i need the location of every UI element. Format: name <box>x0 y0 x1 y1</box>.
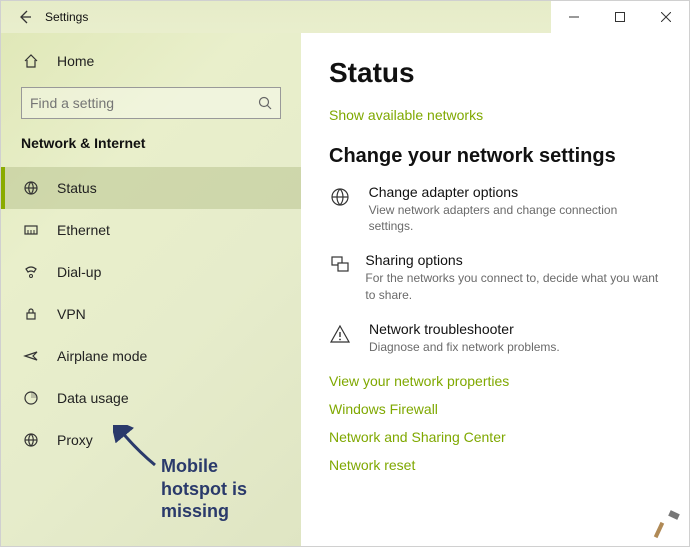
settings-window: Settings Home Network & Internet <box>0 0 690 547</box>
annotation-text: Mobile hotspot is missing <box>161 455 247 523</box>
sidebar-item-label: Status <box>57 180 97 196</box>
sidebar-item-label: Airplane mode <box>57 348 147 364</box>
option-title: Sharing options <box>365 252 661 268</box>
search-input[interactable] <box>30 95 258 111</box>
home-icon <box>21 53 41 69</box>
vpn-icon <box>21 306 41 322</box>
hammer-watermark-icon <box>651 508 685 542</box>
datausage-icon <box>21 390 41 406</box>
option-title: Change adapter options <box>369 184 661 200</box>
link-network-properties[interactable]: View your network properties <box>329 373 661 389</box>
minimize-button[interactable] <box>551 1 597 33</box>
sidebar-item-ethernet[interactable]: Ethernet <box>1 209 301 251</box>
airplane-icon <box>21 348 41 364</box>
option-adapter[interactable]: Change adapter options View network adap… <box>329 184 661 234</box>
option-troubleshooter[interactable]: Network troubleshooter Diagnose and fix … <box>329 321 661 355</box>
section-title: Change your network settings <box>329 145 661 168</box>
status-icon <box>21 180 41 196</box>
sidebar-item-airplane[interactable]: Airplane mode <box>1 335 301 377</box>
sidebar-item-label: Data usage <box>57 390 129 406</box>
page-title: Status <box>329 57 661 89</box>
ethernet-icon <box>21 222 41 238</box>
sidebar-home-label: Home <box>57 53 94 69</box>
sidebar-item-datausage[interactable]: Data usage <box>1 377 301 419</box>
sidebar-item-status[interactable]: Status <box>1 167 301 209</box>
troubleshoot-icon <box>329 321 355 355</box>
sidebar-item-label: Dial-up <box>57 264 101 280</box>
sidebar-item-label: Ethernet <box>57 222 110 238</box>
sidebar-item-label: Proxy <box>57 432 93 448</box>
search-icon <box>258 96 272 110</box>
option-desc: For the networks you connect to, decide … <box>365 270 661 302</box>
close-button[interactable] <box>643 1 689 33</box>
sidebar-item-dialup[interactable]: Dial-up <box>1 251 301 293</box>
option-desc: View network adapters and change connect… <box>369 202 661 234</box>
sidebar-category: Network & Internet <box>1 131 301 161</box>
annotation-arrow <box>113 425 161 469</box>
main-panel: Status Show available networks Change yo… <box>301 33 689 546</box>
option-desc: Diagnose and fix network problems. <box>369 339 560 355</box>
sidebar-home[interactable]: Home <box>1 41 301 81</box>
sidebar-item-label: VPN <box>57 306 86 322</box>
search-box[interactable] <box>21 87 281 119</box>
show-networks-link[interactable]: Show available networks <box>329 107 661 123</box>
adapter-icon <box>329 184 355 234</box>
sidebar-item-vpn[interactable]: VPN <box>1 293 301 335</box>
window-title: Settings <box>45 10 88 24</box>
sharing-icon <box>329 252 351 302</box>
back-button[interactable] <box>13 5 37 29</box>
link-network-reset[interactable]: Network reset <box>329 457 661 473</box>
dialup-icon <box>21 264 41 280</box>
link-windows-firewall[interactable]: Windows Firewall <box>329 401 661 417</box>
sidebar: Home Network & Internet Status Ethernet <box>1 33 301 546</box>
maximize-button[interactable] <box>597 1 643 33</box>
option-title: Network troubleshooter <box>369 321 560 337</box>
proxy-icon <box>21 432 41 448</box>
sidebar-nav: Status Ethernet Dial-up VPN Airplane mod… <box>1 167 301 461</box>
link-network-sharing-center[interactable]: Network and Sharing Center <box>329 429 661 445</box>
titlebar: Settings <box>1 1 689 33</box>
option-sharing[interactable]: Sharing options For the networks you con… <box>329 252 661 302</box>
